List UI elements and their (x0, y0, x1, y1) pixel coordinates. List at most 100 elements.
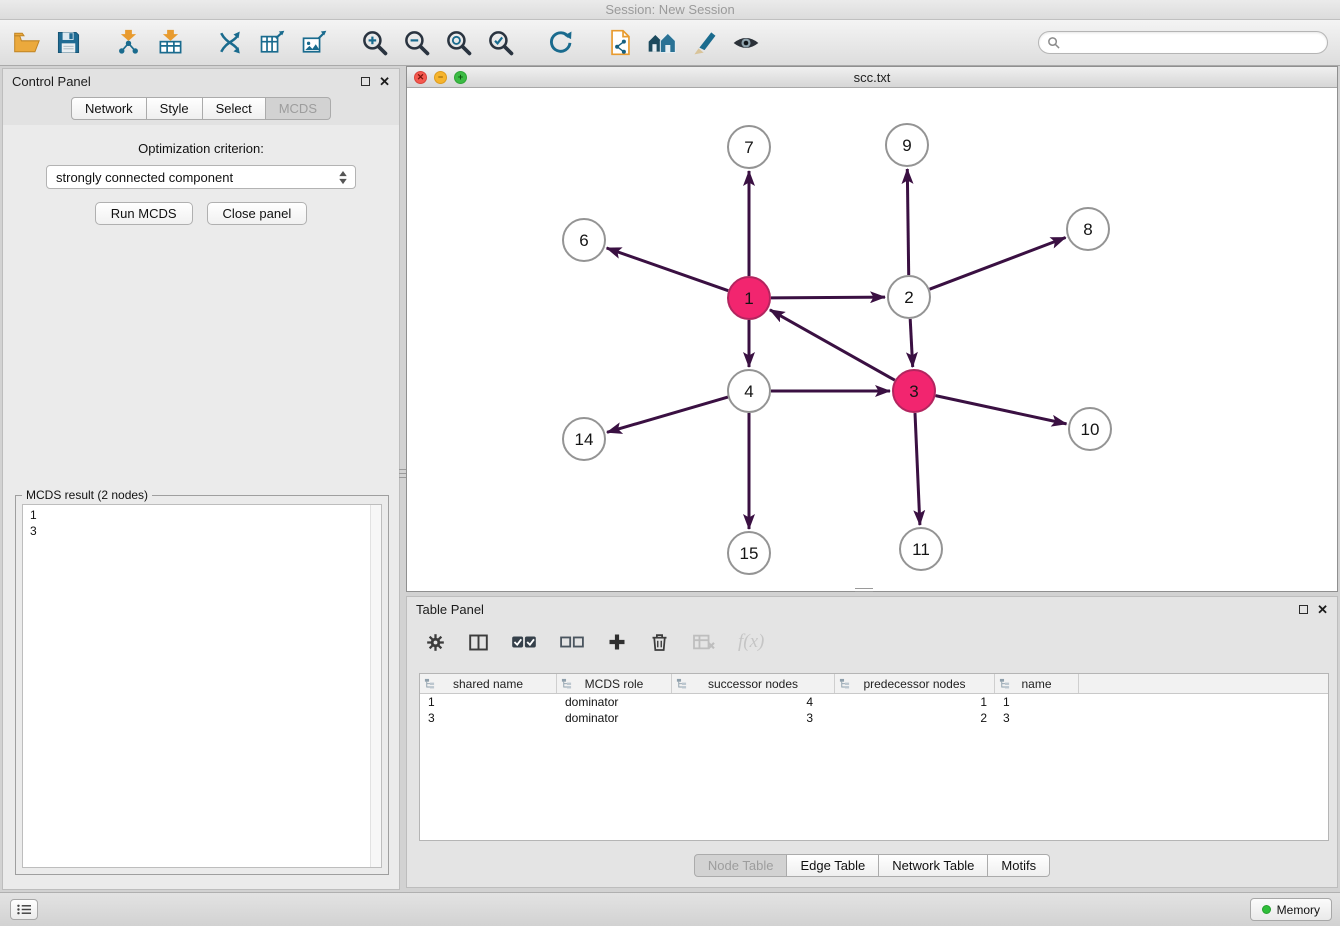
graph-edge-3-1[interactable] (770, 310, 895, 380)
graph-node-6[interactable]: 6 (563, 219, 605, 261)
column-header-successor-nodes[interactable]: successor nodes (672, 674, 835, 693)
toolbar-group (110, 26, 188, 60)
column-label: shared name (453, 677, 523, 691)
graph-node-9[interactable]: 9 (886, 124, 928, 166)
svg-text:1: 1 (744, 289, 753, 308)
refresh-layout-icon[interactable] (542, 26, 578, 60)
new-network-icon[interactable] (212, 26, 248, 60)
column-header-predecessor-nodes[interactable]: predecessor nodes (835, 674, 995, 693)
horizontal-splitter-grip[interactable] (855, 587, 873, 593)
table-cell: 2 (835, 711, 995, 725)
share-document-icon[interactable] (602, 26, 638, 60)
import-table-icon[interactable] (152, 26, 188, 60)
mcds-result-item[interactable]: 3 (30, 523, 381, 539)
table-cell: dominator (557, 711, 672, 725)
add-row-icon[interactable] (607, 632, 627, 652)
graph-node-8[interactable]: 8 (1067, 208, 1109, 250)
float-panel-icon[interactable] (361, 77, 370, 86)
graph-node-14[interactable]: 14 (563, 418, 605, 460)
network-view-window: ✕ − + scc.txt 7 9 6 8 1 2 4 3 14 10 15 11 (406, 66, 1338, 592)
column-header-filler (1079, 674, 1328, 693)
tab-edge-table[interactable]: Edge Table (787, 854, 879, 877)
close-panel-button[interactable]: Close panel (207, 202, 308, 225)
window-minimize-button[interactable]: − (434, 71, 447, 84)
apply-style-icon[interactable] (686, 26, 722, 60)
column-header-shared-name[interactable]: shared name (420, 674, 557, 693)
network-view-title: scc.txt (854, 70, 891, 85)
graph-node-4[interactable]: 4 (728, 370, 770, 412)
close-panel-icon[interactable]: ✕ (379, 75, 390, 88)
column-header-name[interactable]: name (995, 674, 1079, 693)
select-all-icon[interactable] (511, 632, 537, 652)
delete-row-icon[interactable] (649, 632, 670, 653)
close-table-panel-icon[interactable]: ✕ (1317, 603, 1328, 616)
import-network-icon[interactable] (110, 26, 146, 60)
column-label: predecessor nodes (863, 677, 965, 691)
deselect-all-icon[interactable] (559, 632, 585, 652)
toolbar-group (212, 26, 332, 60)
control-panel-title: Control Panel (12, 74, 91, 89)
export-image-icon[interactable] (296, 26, 332, 60)
mcds-result-item[interactable]: 1 (30, 507, 381, 523)
table-cell: 1 (995, 695, 1079, 709)
tab-mcds[interactable]: MCDS (266, 97, 331, 120)
graph-node-11[interactable]: 11 (900, 528, 942, 570)
home-network-icon[interactable] (644, 26, 680, 60)
tab-select[interactable]: Select (203, 97, 266, 120)
tab-style[interactable]: Style (147, 97, 203, 120)
window-close-button[interactable]: ✕ (414, 71, 427, 84)
network-canvas[interactable]: 7 9 6 8 1 2 4 3 14 10 15 11 (407, 88, 1337, 591)
eye-icon[interactable] (728, 26, 764, 60)
graph-node-10[interactable]: 10 (1069, 408, 1111, 450)
status-bar: Memory (0, 892, 1340, 926)
window-title: Session: New Session (605, 2, 734, 17)
graph-edge-2-3[interactable] (910, 319, 913, 367)
memory-status-dot (1262, 905, 1271, 914)
svg-text:4: 4 (744, 382, 753, 401)
graph-edge-1-6[interactable] (607, 248, 729, 291)
panel-list-button[interactable] (10, 899, 38, 920)
mcds-result-group: MCDS result (2 nodes) 13 (15, 495, 389, 875)
zoom-out-icon[interactable] (398, 26, 434, 60)
graph-node-3[interactable]: 3 (893, 370, 935, 412)
tab-network-table[interactable]: Network Table (879, 854, 988, 877)
optimization-criterion-select[interactable]: strongly connected component (46, 165, 356, 189)
graph-edge-3-11[interactable] (915, 413, 920, 525)
float-table-panel-icon[interactable] (1299, 605, 1308, 614)
open-file-icon[interactable] (8, 26, 44, 60)
run-mcds-button[interactable]: Run MCDS (95, 202, 193, 225)
graph-node-1[interactable]: 1 (728, 277, 770, 319)
window-zoom-button[interactable]: + (454, 71, 467, 84)
search-box[interactable] (1038, 31, 1328, 54)
mcds-result-list[interactable]: 13 (22, 504, 382, 868)
graph-edge-1-2[interactable] (771, 297, 885, 298)
graph-node-15[interactable]: 15 (728, 532, 770, 574)
result-scrollbar[interactable] (370, 505, 381, 867)
columns-icon[interactable] (468, 632, 489, 653)
search-input[interactable] (1064, 36, 1319, 50)
zoom-in-icon[interactable] (356, 26, 392, 60)
table-panel-tabs: Node TableEdge TableNetwork TableMotifs (407, 854, 1337, 877)
graph-node-2[interactable]: 2 (888, 276, 930, 318)
save-session-icon[interactable] (50, 26, 86, 60)
table-row[interactable]: 1dominator411 (420, 694, 1328, 710)
tab-network[interactable]: Network (71, 97, 147, 120)
memory-button[interactable]: Memory (1250, 898, 1332, 921)
tab-node-table[interactable]: Node Table (694, 854, 788, 877)
table-row[interactable]: 3dominator323 (420, 710, 1328, 726)
graph-edge-2-8[interactable] (930, 238, 1066, 290)
graph-node-7[interactable]: 7 (728, 126, 770, 168)
graph-edge-2-9[interactable] (907, 169, 908, 275)
svg-text:8: 8 (1083, 220, 1092, 239)
zoom-fit-icon[interactable] (440, 26, 476, 60)
zoom-selected-icon[interactable] (482, 26, 518, 60)
graph-edge-3-10[interactable] (936, 396, 1067, 424)
vertical-splitter-grip[interactable] (397, 460, 407, 486)
table-toolbar: f(x) (407, 621, 1337, 663)
network-graph[interactable]: 7 9 6 8 1 2 4 3 14 10 15 11 (407, 88, 1337, 591)
export-table-icon[interactable] (254, 26, 290, 60)
tab-motifs[interactable]: Motifs (988, 854, 1050, 877)
graph-edge-4-14[interactable] (607, 397, 728, 432)
gear-icon[interactable] (425, 632, 446, 653)
column-header-mcds-role[interactable]: MCDS role (557, 674, 672, 693)
